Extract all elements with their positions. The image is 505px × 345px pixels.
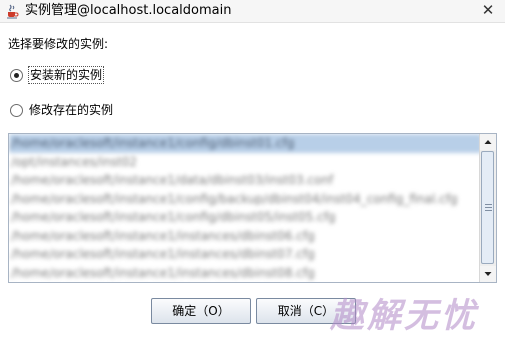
close-icon: ✕ xyxy=(481,1,495,19)
list-item[interactable]: /home/oraclesoft/instance1/instances/dbi… xyxy=(9,245,482,264)
scrollbar-thumb[interactable] xyxy=(481,151,494,264)
radio-install-new[interactable]: 安装新的实例 xyxy=(10,66,105,84)
close-button[interactable]: ✕ xyxy=(472,1,504,19)
scrollbar-grip-icon xyxy=(485,204,492,211)
list-item[interactable]: /home/oraclesoft/instance1/config/dbinst… xyxy=(9,134,482,153)
list-item[interactable]: /home/oraclesoft/instance1/instances/dbi… xyxy=(9,264,482,283)
radio-unchecked-icon[interactable] xyxy=(10,103,23,117)
instruction-label: 选择要修改的实例: xyxy=(8,37,109,51)
list-item[interactable]: /opt/instances/inst02 xyxy=(9,153,482,172)
watermark-logo: 趣解无忧 xyxy=(330,296,478,336)
java-cup-icon xyxy=(7,4,19,19)
title-bar[interactable]: 实例管理@localhost.localdomain ✕ xyxy=(0,0,505,23)
scroll-up-arrow-icon[interactable] xyxy=(480,134,496,150)
list-item[interactable]: /home/oraclesoft/instance1/data/dbinst03… xyxy=(9,171,482,190)
list-item[interactable]: /home/oraclesoft/instance1/config/backup… xyxy=(9,190,482,209)
scroll-down-arrow-icon[interactable] xyxy=(480,266,496,282)
list-item[interactable]: /home/oraclesoft/instance1/instances/dbi… xyxy=(9,227,482,246)
list-item[interactable]: /home/oraclesoft/instance1/config/dbinst… xyxy=(9,208,482,227)
radio-modify-existing-label[interactable]: 修改存在的实例 xyxy=(28,102,114,118)
instance-manager-dialog: 实例管理@localhost.localdomain ✕ 选择要修改的实例: 安… xyxy=(0,0,505,345)
radio-checked-icon[interactable] xyxy=(10,68,23,82)
radio-install-new-label[interactable]: 安装新的实例 xyxy=(28,66,105,84)
instance-list[interactable]: /home/oraclesoft/instance1/config/dbinst… xyxy=(8,133,497,283)
ok-button[interactable]: 确定（O） xyxy=(151,298,251,324)
radio-modify-existing[interactable]: 修改存在的实例 xyxy=(10,101,114,119)
vertical-scrollbar[interactable] xyxy=(479,134,496,282)
window-title: 实例管理@localhost.localdomain xyxy=(25,3,232,18)
